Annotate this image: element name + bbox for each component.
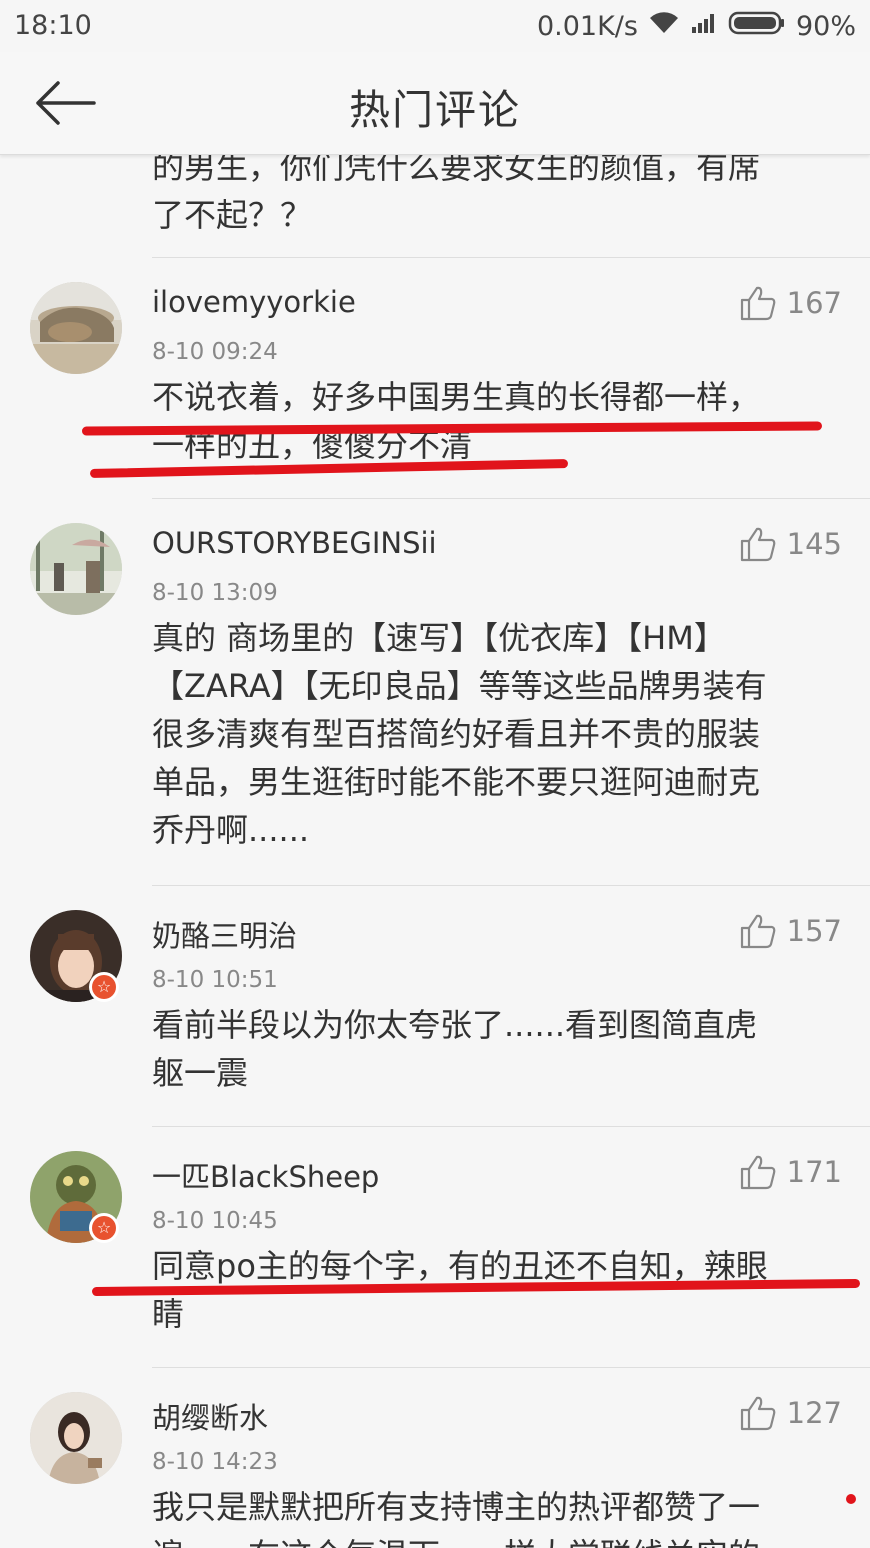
- comment-item: ilovemyyorkie 8-10 09:24 167 不说衣着，好多中国男生…: [0, 258, 870, 498]
- username[interactable]: 奶酪三明治: [152, 913, 297, 955]
- verified-badge-icon: ☆: [89, 1213, 119, 1243]
- avatar[interactable]: [30, 523, 122, 615]
- page-title: 热门评论: [349, 86, 521, 134]
- battery-icon: [728, 10, 786, 43]
- comment-time: 8-10 10:45: [152, 1208, 278, 1234]
- like-button[interactable]: 167: [739, 285, 842, 321]
- status-time: 18:10: [14, 10, 92, 41]
- comment-list[interactable]: 的男生，你们凭什么要求女生的颜值，有席 了不起？？ ilovemyyorkie …: [0, 155, 870, 1548]
- comment-item: ☆ 一匹BlackSheep 8-10 10:45 171 同意po主的每个字，…: [0, 1127, 870, 1367]
- like-button[interactable]: 157: [739, 913, 842, 949]
- avatar[interactable]: [30, 282, 122, 374]
- comment-text: 看前半段以为你太夸张了......看到图简直虎 躯一震: [152, 1001, 852, 1097]
- like-count: 127: [786, 1396, 842, 1430]
- avatar[interactable]: [30, 1392, 122, 1484]
- status-right: 0.01K/s 90%: [537, 10, 856, 43]
- username[interactable]: 一匹BlackSheep: [152, 1154, 379, 1196]
- notification-dot: [846, 1494, 856, 1504]
- comment-text: 我只是默默把所有支持博主的热评都赞了一 遍……在这个气温下，一样大学联线关实的: [152, 1483, 852, 1548]
- comment-line: 很多清爽有型百搭简约好看且并不贵的服装: [152, 715, 761, 753]
- username[interactable]: OURSTORYBEGINSii: [152, 526, 437, 560]
- verified-badge-icon: ☆: [89, 972, 119, 1002]
- comment-item: 胡缨断水 8-10 14:23 127 我只是默默把所有支持博主的热评都赞了一 …: [0, 1368, 870, 1548]
- comment-line: 我只是默默把所有支持博主的热评都赞了一: [152, 1488, 761, 1526]
- comment-line: 睛: [152, 1295, 185, 1333]
- comment-line: 【ZARA】【无印良品】等等这些品牌男装有: [152, 667, 767, 705]
- wifi-icon: [648, 11, 680, 42]
- username[interactable]: ilovemyyorkie: [152, 285, 356, 319]
- like-button[interactable]: 171: [739, 1154, 842, 1190]
- like-count: 171: [786, 1155, 842, 1189]
- like-count: 145: [786, 527, 842, 561]
- comment-text: 真的 商场里的【速写】【优衣库】【HM】 【ZARA】【无印良品】等等这些品牌男…: [152, 614, 852, 854]
- partial-comment-text: 的男生，你们凭什么要求女生的颜值，有席 了不起？？: [152, 155, 842, 239]
- thumbs-up-icon: [740, 914, 775, 949]
- like-count: 157: [786, 914, 842, 948]
- comment-line: 遍……在这个气温下，一样大学联线关实的: [152, 1531, 852, 1548]
- thumbs-up-icon: [740, 527, 775, 562]
- thumbs-up-icon: [740, 286, 775, 321]
- comment-line: 不说衣着，好多中国男生真的长得都一样，: [152, 378, 761, 416]
- comment-time: 8-10 13:09: [152, 580, 278, 606]
- like-button[interactable]: 145: [739, 526, 842, 562]
- comment-item: OURSTORYBEGINSii 8-10 13:09 145 真的 商场里的【…: [0, 499, 870, 885]
- comment-line: 真的 商场里的【速写】【优衣库】【HM】: [152, 619, 726, 657]
- comment-item: ☆ 奶酪三明治 8-10 10:51 157 看前半段以为你太夸张了......…: [0, 886, 870, 1126]
- comment-time: 8-10 10:51: [152, 967, 278, 993]
- comment-line: 看前半段以为你太夸张了......看到图简直虎: [152, 1006, 758, 1044]
- like-count: 167: [786, 286, 842, 320]
- thumbs-up-icon: [740, 1155, 775, 1190]
- comment-line: 乔丹啊......: [152, 811, 310, 849]
- status-bar: 18:10 0.01K/s 90%: [0, 0, 870, 52]
- partial-line: 的男生，你们凭什么要求女生的颜值，有席: [152, 155, 761, 186]
- username[interactable]: 胡缨断水: [152, 1395, 268, 1437]
- comment-time: 8-10 09:24: [152, 339, 278, 365]
- like-button[interactable]: 127: [739, 1395, 842, 1431]
- network-speed: 0.01K/s: [536, 11, 638, 42]
- partial-line: 了不起？？: [152, 196, 313, 234]
- thumbs-up-icon: [740, 1396, 775, 1431]
- app-header: 热门评论: [0, 52, 870, 155]
- battery-percent: 90%: [795, 11, 856, 42]
- comment-line: 单品，男生逛街时能不能不要只逛阿迪耐克: [152, 763, 761, 801]
- signal-icon: [690, 11, 718, 42]
- comment-time: 8-10 14:23: [152, 1449, 278, 1475]
- comment-line: 躯一震: [152, 1054, 249, 1092]
